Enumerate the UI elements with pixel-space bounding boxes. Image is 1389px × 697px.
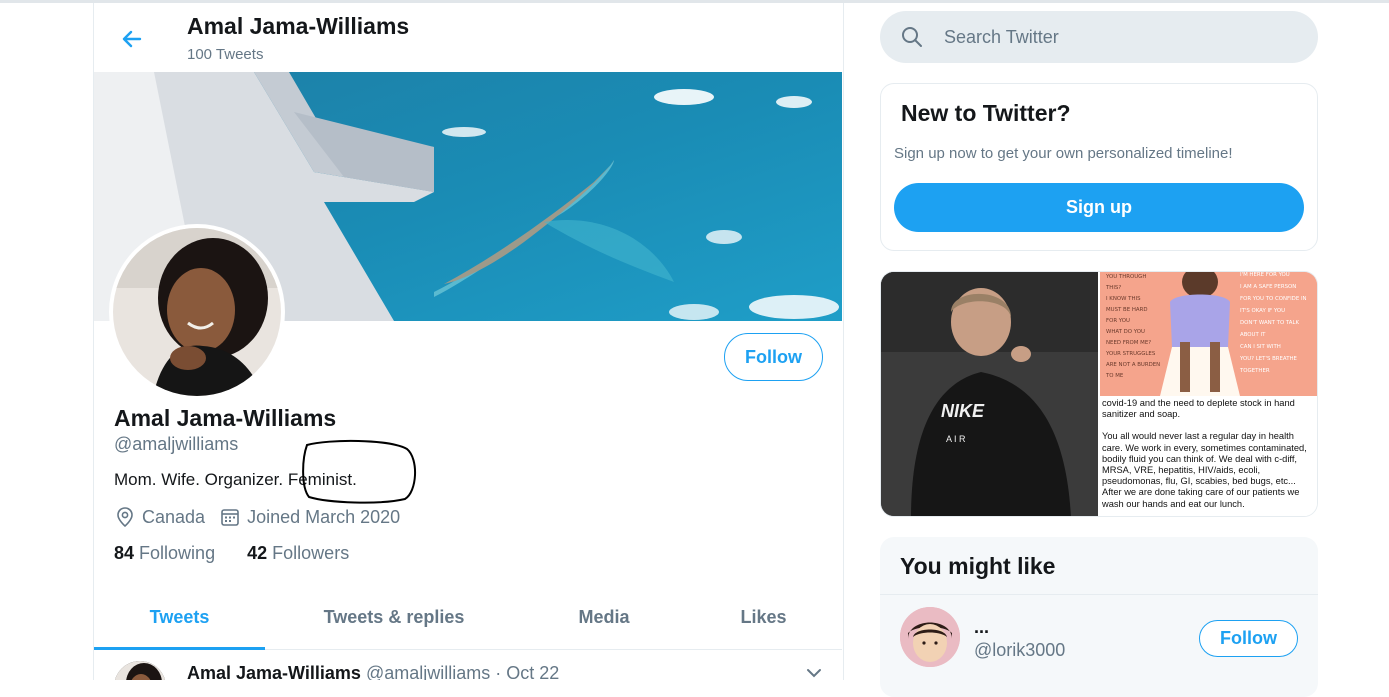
suggested-user-handle[interactable]: @lorik3000 xyxy=(974,640,1065,661)
media-art-line: TO ME xyxy=(1105,373,1124,379)
chevron-down-icon[interactable] xyxy=(804,663,824,680)
media-caption-2: You all would never last a regular day i… xyxy=(1102,431,1307,509)
you-might-like-panel: You might like ... @lorik3000 Follow xyxy=(880,537,1318,697)
profile-name: Amal Jama-Williams xyxy=(114,405,337,431)
media-shirt-text: NIKE xyxy=(941,401,985,421)
search-input[interactable]: Search Twitter xyxy=(944,27,1059,48)
new-to-twitter-panel: New to Twitter? Sign up now to get your … xyxy=(880,83,1318,251)
location-icon xyxy=(114,506,136,528)
follow-button[interactable]: Follow xyxy=(724,333,823,381)
media-art-line: ARE NOT A BURDEN xyxy=(1106,362,1160,368)
media-caption: covid-19 and the need to deplete stock i… xyxy=(1102,398,1314,516)
media-collage[interactable]: YOU THROUGH THIS? I KNOW THIS MUST BE HARD F… xyxy=(1100,272,1317,516)
suggested-follow-button[interactable]: Follow xyxy=(1199,620,1298,657)
media-art-line: DON'T WANT TO TALK xyxy=(1240,320,1299,326)
media-art-line: MUST BE HARD xyxy=(1106,307,1147,313)
media-art-line: TOGETHER xyxy=(1239,368,1270,374)
tab-tweets-replies[interactable]: Tweets & replies xyxy=(265,586,523,649)
media-photo[interactable]: NIKE A I R xyxy=(881,272,1098,516)
profile-column: Amal Jama-Williams 100 Tweets Follow Ama… xyxy=(93,3,844,680)
tab-tweets[interactable]: Tweets xyxy=(94,586,265,649)
tab-media[interactable]: Media xyxy=(523,586,685,649)
active-tab-indicator xyxy=(94,647,265,650)
media-art-line: I AM A SAFE PERSON xyxy=(1240,284,1296,290)
search-bar[interactable]: Search Twitter xyxy=(880,11,1318,63)
media-art-line: CAN I SIT WITH xyxy=(1240,344,1281,350)
media-art-line: I KNOW THIS xyxy=(1106,296,1141,302)
media-art-line: YOUR STRUGGLES xyxy=(1105,351,1156,357)
following-link[interactable]: 84 Following xyxy=(114,543,215,563)
new-to-twitter-title: New to Twitter? xyxy=(901,100,1071,126)
tweet-meta[interactable]: @amaljwilliams · Oct 22 xyxy=(366,663,559,680)
profile-stats: 84 Following 42 Followers xyxy=(114,543,349,564)
media-art-line: THIS? xyxy=(1105,285,1121,291)
avatar-photo xyxy=(113,228,281,396)
new-to-twitter-subtitle: Sign up now to get your own personalized… xyxy=(894,145,1233,162)
tweet-header: Amal Jama-Williams @amaljwilliams · Oct … xyxy=(187,663,559,680)
calendar-icon xyxy=(219,506,241,528)
divider xyxy=(880,594,1318,595)
media-art-line: ABOUT IT xyxy=(1240,332,1266,338)
header-tweet-count: 100 Tweets xyxy=(187,46,264,63)
profile-handle: @amaljwilliams xyxy=(114,434,239,454)
media-caption-1: covid-19 and the need to deplete stock i… xyxy=(1102,398,1295,420)
you-might-like-title: You might like xyxy=(900,553,1056,579)
hand-drawn-circle-annotation xyxy=(302,439,416,504)
media-shirt-subtext: A I R xyxy=(946,434,966,444)
media-art-line: IT'S OKAY IF YOU xyxy=(1240,308,1285,314)
media-art-line: WHAT DO YOU xyxy=(1106,329,1145,335)
suggested-user-avatar[interactable] xyxy=(900,607,960,667)
tweet-avatar[interactable] xyxy=(114,661,166,680)
back-arrow-icon xyxy=(122,30,142,48)
back-button[interactable] xyxy=(112,19,152,59)
profile-meta: Canada Joined March 2020 xyxy=(114,506,400,528)
media-illustration: YOU THROUGH THIS? I KNOW THIS MUST BE HARD F… xyxy=(1100,272,1317,396)
media-art-line: FOR YOU xyxy=(1106,318,1130,324)
media-art-line: NEED FROM ME? xyxy=(1106,340,1151,346)
media-preview[interactable]: NIKE A I R YOU THROUGH THIS? I KNOW THIS MU… xyxy=(880,271,1318,517)
profile-tabs: Tweets Tweets & replies Media Likes xyxy=(94,586,842,650)
bio-text: Mom. Wife. Organizer. xyxy=(114,470,284,489)
profile-avatar[interactable] xyxy=(109,224,285,400)
sign-up-button[interactable]: Sign up xyxy=(894,183,1304,232)
tab-likes[interactable]: Likes xyxy=(685,586,842,649)
profile-joined: Joined March 2020 xyxy=(247,506,401,527)
search-icon xyxy=(902,27,922,47)
suggested-user-name[interactable]: ... xyxy=(974,617,989,638)
tweet-author-name[interactable]: Amal Jama-Williams xyxy=(187,663,361,680)
profile-location: Canada xyxy=(142,506,206,527)
media-art-line: YOU? LET'S BREATHE xyxy=(1239,356,1298,362)
media-art-line: FOR YOU TO CONFIDE IN xyxy=(1240,296,1307,302)
media-art-line: I'M HERE FOR YOU xyxy=(1240,272,1290,278)
header-name: Amal Jama-Williams xyxy=(187,13,410,39)
followers-link[interactable]: 42 Followers xyxy=(247,543,349,563)
media-art-line: YOU THROUGH xyxy=(1105,274,1146,280)
